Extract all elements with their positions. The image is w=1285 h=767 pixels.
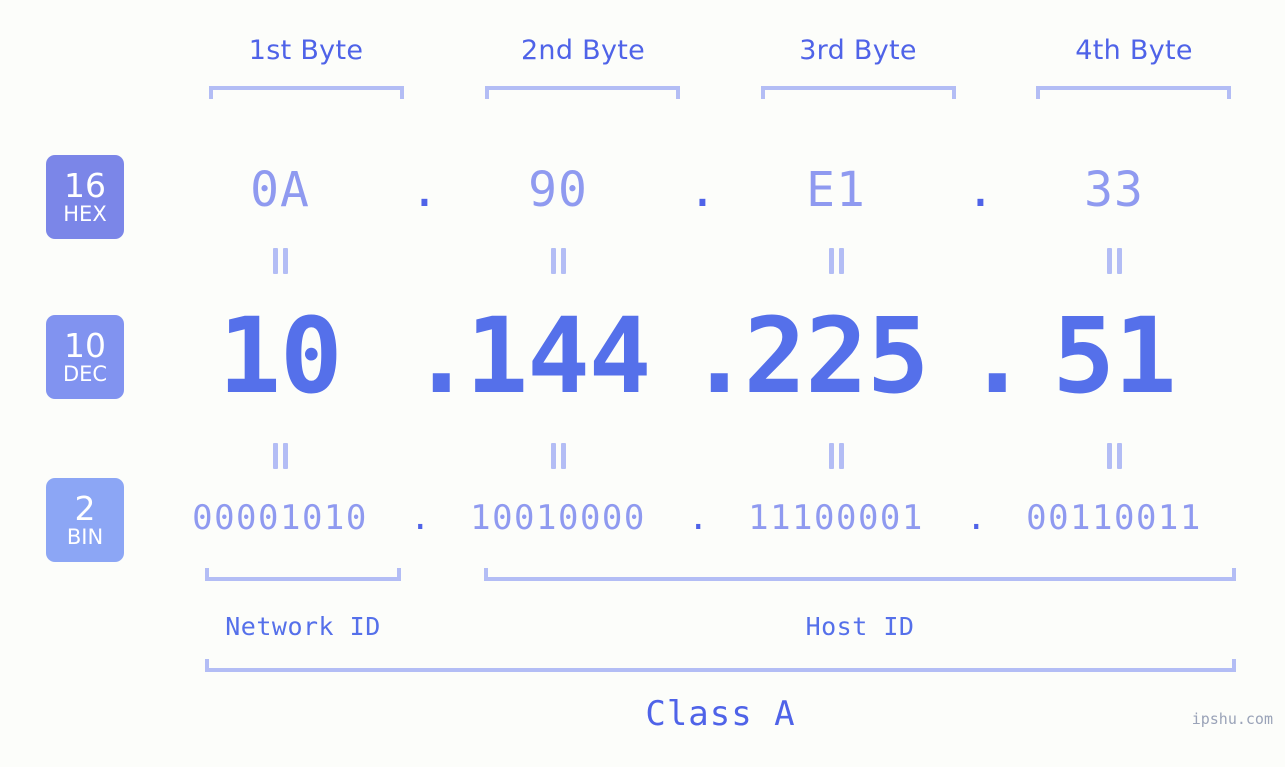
site-watermark: ipshu.com xyxy=(1191,710,1273,728)
hex-octet-3: E1 xyxy=(806,162,866,218)
dec-octet-3: 225 xyxy=(743,295,930,417)
radix-badge-dec-number: 10 xyxy=(64,325,106,365)
class-label: Class A xyxy=(645,694,796,734)
dec-octet-4: 51 xyxy=(1052,295,1176,417)
bin-octet-1: 00001010 xyxy=(192,498,368,538)
binary-value-row: 00001010 . 10010000 . 11100001 . 0011001… xyxy=(150,486,1285,550)
radix-badge-hex-number: 16 xyxy=(64,165,106,205)
dec-separator-2: . xyxy=(688,295,751,417)
byte-header-4: 4th Byte xyxy=(1075,35,1193,66)
bin-octet-2: 10010000 xyxy=(470,498,646,538)
radix-badge-bin: 2 BIN xyxy=(46,478,124,562)
bin-separator-3: . xyxy=(966,498,987,538)
hex-separator-2: . xyxy=(688,162,717,218)
equality-marks-hex-dec xyxy=(150,247,1285,275)
radix-badge-bin-name: BIN xyxy=(66,524,104,549)
radix-badge-bin-number: 2 xyxy=(74,488,96,528)
hex-value-row: 0A . 90 . E1 . 33 xyxy=(150,148,1285,232)
hex-separator-1: . xyxy=(410,162,439,218)
bin-octet-3: 11100001 xyxy=(748,498,924,538)
network-id-label: Network ID xyxy=(225,612,381,641)
equals-icon-8 xyxy=(984,443,1244,469)
dec-separator-3: . xyxy=(966,295,1029,417)
class-bracket xyxy=(205,659,1236,672)
equals-icon-7 xyxy=(706,443,966,469)
dec-separator-1: . xyxy=(410,295,473,417)
equals-icon-4 xyxy=(984,248,1244,274)
host-id-label: Host ID xyxy=(805,612,915,641)
bin-octet-4: 00110011 xyxy=(1026,498,1202,538)
ip-address-breakdown-diagram: 1st Byte 2nd Byte 3rd Byte 4th Byte 16 H… xyxy=(0,0,1285,767)
decimal-value-row: 10 . 144 . 225 . 51 xyxy=(150,292,1285,420)
hex-octet-2: 90 xyxy=(528,162,588,218)
equals-icon-2 xyxy=(428,248,688,274)
byte-header-3: 3rd Byte xyxy=(799,35,917,66)
byte-bracket-2 xyxy=(485,86,680,99)
radix-badge-hex: 16 HEX xyxy=(46,155,124,239)
byte-header-2: 2nd Byte xyxy=(520,35,646,66)
equals-icon-5 xyxy=(150,443,410,469)
network-id-bracket xyxy=(205,568,401,581)
equals-icon-6 xyxy=(428,443,688,469)
dec-octet-1: 10 xyxy=(218,295,342,417)
bin-separator-1: . xyxy=(410,498,431,538)
hex-separator-3: . xyxy=(966,162,995,218)
byte-bracket-4 xyxy=(1036,86,1231,99)
hex-octet-1: 0A xyxy=(250,162,310,218)
radix-badge-dec-name: DEC xyxy=(62,361,108,386)
bin-separator-2: . xyxy=(688,498,709,538)
hex-octet-4: 33 xyxy=(1084,162,1144,218)
byte-bracket-1 xyxy=(209,86,404,99)
equals-icon-3 xyxy=(706,248,966,274)
equals-icon-1 xyxy=(150,248,410,274)
byte-bracket-3 xyxy=(761,86,956,99)
radix-badge-hex-name: HEX xyxy=(63,201,107,226)
dec-octet-2: 144 xyxy=(465,295,652,417)
byte-header-1: 1st Byte xyxy=(248,35,364,66)
radix-badge-dec: 10 DEC xyxy=(46,315,124,399)
host-id-bracket xyxy=(484,568,1236,581)
equality-marks-dec-bin xyxy=(150,442,1285,470)
